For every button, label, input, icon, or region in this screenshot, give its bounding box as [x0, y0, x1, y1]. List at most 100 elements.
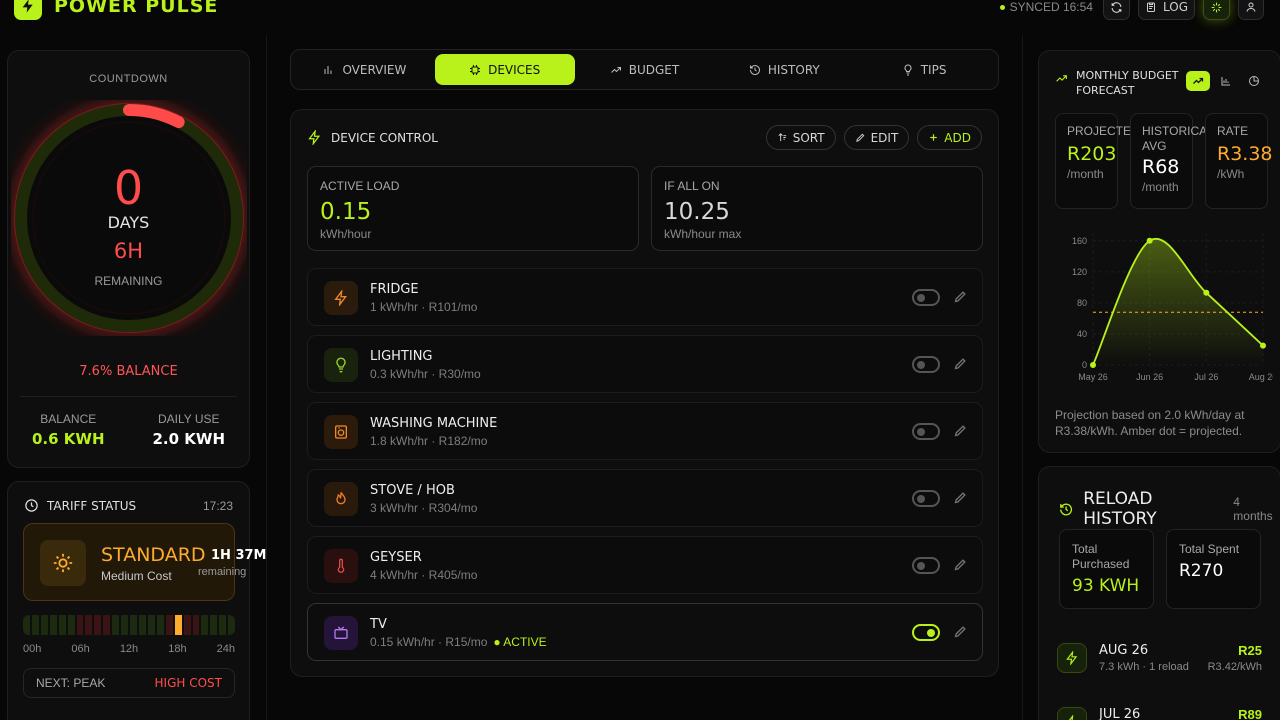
- countdown-card: COUNTDOWN 0 DAYS 6H REMAINING 7.6% BALAN…: [7, 50, 250, 468]
- trend-icon: [1056, 75, 1067, 82]
- y-tick-label: 160: [1072, 236, 1087, 246]
- daily-use-label: DAILY USE: [157, 412, 220, 426]
- tab-tips[interactable]: TIPS: [854, 54, 994, 85]
- timeline-tick: 12h: [119, 643, 139, 655]
- device-icon-box: [324, 281, 358, 315]
- device-power-toggle[interactable]: [912, 356, 940, 373]
- next-tariff: NEXT: PEAK HIGH COST: [23, 668, 235, 698]
- series-point: [1203, 289, 1210, 296]
- device-power-toggle[interactable]: [912, 490, 940, 507]
- series-point: [1260, 342, 1266, 349]
- pie-chart-button[interactable]: [1242, 71, 1266, 91]
- reload-item[interactable]: AUG 26 7.3 kWh · 1 reload R25 R3.42/kWh: [1057, 639, 1262, 679]
- edit-device-button[interactable]: [953, 356, 968, 376]
- device-power-toggle[interactable]: [912, 557, 940, 574]
- forecast-note: Projection based on 2.0 kWh/day at R3.38…: [1055, 408, 1245, 438]
- trend-icon: [1193, 77, 1204, 84]
- pencil-icon: [954, 492, 966, 504]
- total-spent-value: R270: [1179, 561, 1224, 581]
- historical-stat: HISTORICAL AVG R68 /month: [1130, 113, 1214, 209]
- balance-label: BALANCE: [40, 412, 97, 426]
- device-icon-box: [324, 415, 358, 449]
- app-root: POWER PULSE SYNCED 16:54 LOG COUNTDOWN 0…: [0, 0, 1280, 720]
- daily-use-stat: DAILY USE 2.0 KWH: [129, 412, 250, 448]
- sparkle-button[interactable]: [1203, 0, 1230, 20]
- device-actions: SORT EDIT ADD: [765, 125, 982, 150]
- total-purchased-label-1: Total: [1072, 542, 1098, 556]
- all-on-unit: kWh/hour max: [664, 227, 742, 241]
- bolt-icon: [14, 0, 42, 20]
- x-tick-label: Aug 26: [1249, 372, 1273, 382]
- sort-button[interactable]: SORT: [765, 125, 836, 150]
- timeline-hour-segment: [94, 615, 102, 635]
- timeline-tick: 18h: [168, 643, 187, 655]
- tab-budget[interactable]: BUDGET: [575, 54, 715, 85]
- device-control-title: DEVICE CONTROL: [331, 130, 438, 145]
- edit-device-button[interactable]: [953, 423, 968, 443]
- timeline-hour-segment: [130, 615, 137, 635]
- device-row-lighting[interactable]: LIGHTING 0.3 kWh/hr · R30/mo: [307, 335, 983, 393]
- edit-device-button[interactable]: [953, 490, 968, 510]
- reload-history-subtitle: 4 months: [1233, 495, 1273, 523]
- trend-icon: [610, 66, 621, 73]
- tab-label: TIPS: [920, 62, 947, 77]
- history-icon: [749, 64, 760, 75]
- daily-use-value: 2.0 KWH: [152, 430, 226, 448]
- balance-stat: BALANCE 0.6 KWH: [8, 412, 129, 448]
- line-chart-button[interactable]: [1186, 71, 1210, 91]
- sparkle-icon: [1211, 2, 1222, 12]
- edit-device-button[interactable]: [953, 289, 968, 309]
- bolt-icon: [1057, 643, 1087, 673]
- timeline-hour-segment: [58, 615, 66, 635]
- clipboard-icon: [1146, 2, 1155, 12]
- device-row-fridge[interactable]: FRIDGE 1 kWh/hr · R101/mo: [307, 268, 983, 326]
- tab-history[interactable]: HISTORY: [714, 54, 854, 85]
- series-point: [1146, 237, 1153, 244]
- device-row-stove-hob[interactable]: STOVE / HOB 3 kWh/hr · R304/mo: [307, 469, 983, 527]
- reload-date: JUL 26: [1099, 707, 1141, 720]
- device-power-toggle[interactable]: [912, 289, 940, 306]
- timeline-hour-segment: [85, 615, 93, 635]
- device-power-toggle[interactable]: [912, 624, 940, 641]
- edit-button[interactable]: EDIT: [843, 125, 910, 150]
- device-detail-text: 1.8 kWh/hr · R182/mo: [370, 434, 488, 448]
- device-status-text: ACTIVE: [503, 635, 547, 649]
- tariff-remaining-label: remaining: [198, 566, 247, 578]
- bolt-icon: [308, 130, 321, 145]
- reload-date: AUG 26: [1099, 643, 1149, 658]
- device-detail-text: 4 kWh/hr · R405/mo: [370, 568, 478, 582]
- device-icon-box: [324, 549, 358, 583]
- device-status: ● ACTIVE: [493, 635, 547, 649]
- user-button[interactable]: [1238, 0, 1264, 20]
- refresh-button[interactable]: [1102, 0, 1130, 20]
- device-power-toggle[interactable]: [912, 423, 940, 440]
- active-load-value: 0.15: [320, 199, 372, 225]
- timeline-hour-segment: [192, 615, 200, 635]
- timeline-tick: 06h: [71, 643, 90, 655]
- pie-chart-icon: [1249, 76, 1259, 86]
- device-icon-box: [324, 616, 358, 650]
- bar-chart-button[interactable]: [1214, 71, 1238, 91]
- total-spent-box: Total Spent R270: [1166, 529, 1261, 609]
- timeline-hour-segment: [219, 615, 227, 635]
- device-name: STOVE / HOB: [370, 483, 455, 498]
- tab-devices[interactable]: DEVICES: [434, 54, 575, 85]
- tv-icon: [334, 626, 348, 639]
- device-row-geyser[interactable]: GEYSER 4 kWh/hr · R405/mo: [307, 536, 983, 594]
- tab-overview[interactable]: OVERVIEW: [295, 54, 435, 85]
- active-load-unit: kWh/hour: [320, 227, 372, 241]
- sort-label: SORT: [792, 130, 825, 145]
- log-button[interactable]: LOG: [1137, 0, 1195, 20]
- pencil-icon: [954, 559, 966, 571]
- edit-device-button[interactable]: [953, 557, 968, 577]
- chart-type-toggle: [1186, 71, 1266, 91]
- edit-label: EDIT: [870, 130, 899, 145]
- total-purchased-box: Total Purchased 93 KWH: [1059, 529, 1154, 609]
- device-row-tv[interactable]: TV 0.15 kWh/hr · R15/mo ● ACTIVE: [307, 603, 983, 661]
- reload-item[interactable]: JUL 26 R89: [1057, 703, 1262, 720]
- add-device-button[interactable]: ADD: [917, 125, 982, 150]
- device-detail: 0.3 kWh/hr · R30/mo: [370, 367, 481, 381]
- device-row-washing-machine[interactable]: WASHING MACHINE 1.8 kWh/hr · R182/mo: [307, 402, 983, 460]
- device-control-card: DEVICE CONTROL SORT EDIT ADD ACTIVE LOAD…: [290, 109, 999, 677]
- edit-device-button[interactable]: [953, 624, 968, 644]
